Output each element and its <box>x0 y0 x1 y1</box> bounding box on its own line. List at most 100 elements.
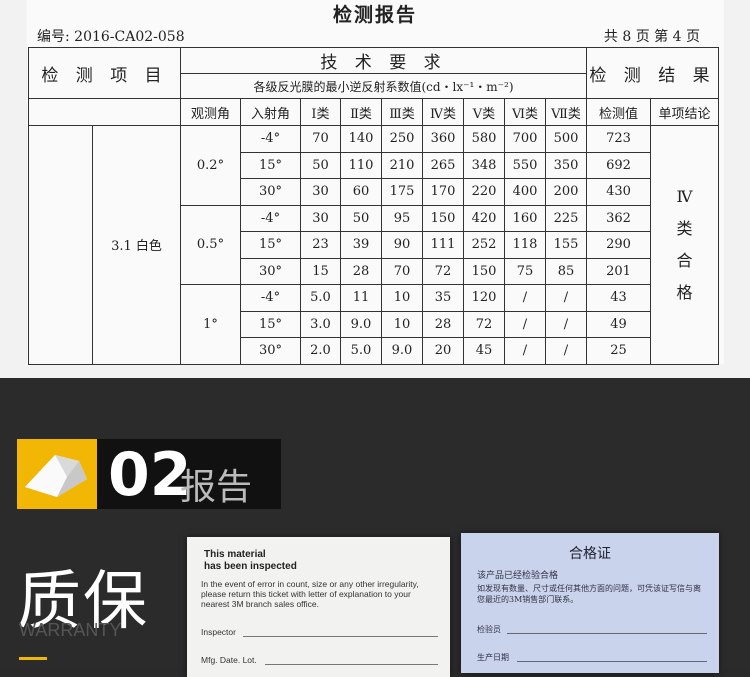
report-pages: 共 8 页 第 4 页 <box>603 29 700 45</box>
cell: 225 <box>545 204 587 232</box>
cell: 580 <box>463 125 505 153</box>
cell: 120 <box>463 284 505 312</box>
cert-line1: 该产品已经检验合格 <box>477 571 559 581</box>
cell: 210 <box>381 151 423 179</box>
cell: 2.0 <box>300 337 341 365</box>
cell: 45 <box>463 337 505 365</box>
measured-value: 362 <box>586 204 651 232</box>
cell: 11 <box>340 284 382 312</box>
obs-angle: 1° <box>180 284 241 365</box>
cell: 9.0 <box>381 337 423 365</box>
cell: / <box>504 284 546 312</box>
inc-angle: 30° <box>240 178 301 206</box>
verdict-char: 类 <box>676 218 693 238</box>
ticket-title-line: This material <box>204 549 266 560</box>
quality-certificate: 合格证 该产品已经检验合格 如发现有数量、尺寸或任何其他方面的问题，可凭该证写信… <box>461 533 719 673</box>
cell: 265 <box>422 151 464 179</box>
cell: 39 <box>340 231 382 259</box>
cell: 5.0 <box>300 284 341 312</box>
ticket-body: In the event of error in count, size or … <box>201 579 419 609</box>
cell: 350 <box>545 151 587 179</box>
cell: 360 <box>422 125 464 153</box>
inc-angle: 15° <box>240 310 301 338</box>
warranty-subtitle: WARRANTY <box>19 620 122 640</box>
measured-value: 290 <box>586 231 651 259</box>
cell: 5.0 <box>340 337 382 365</box>
inc-angle: 30° <box>240 337 301 365</box>
cell: 10 <box>381 310 423 338</box>
cell: 72 <box>422 257 464 285</box>
cell: 140 <box>340 125 382 153</box>
header-blank <box>28 98 181 126</box>
section-number: 02 <box>108 440 192 510</box>
ticket-line <box>243 636 438 637</box>
report-code: 编号: 2016-CA02-058 <box>37 29 185 45</box>
col-conclusion: 单项结论 <box>650 98 719 126</box>
cell: / <box>504 310 546 338</box>
cell: 70 <box>381 257 423 285</box>
ticket-mfg-label: Mfg. Date. Lot. <box>201 655 257 665</box>
cell: / <box>545 337 587 365</box>
cert-date-label: 生产日期 <box>477 653 509 662</box>
inc-angle: -4° <box>240 125 301 153</box>
cert-line <box>507 633 707 634</box>
cert-line2: 如发现有数量、尺寸或任何其他方面的问题，可凭该证写信与离您最近的3M销售部门联系… <box>477 584 701 604</box>
cell: 10 <box>381 284 423 312</box>
ticket-title-line: has been inspected <box>204 561 297 572</box>
cell: 3.0 <box>300 310 341 338</box>
col-inc: 入射角 <box>240 98 301 126</box>
crystal-icon <box>25 455 87 497</box>
cert-inspector-label: 检验员 <box>477 625 501 634</box>
measured-value: 201 <box>586 257 651 285</box>
cell: 28 <box>340 257 382 285</box>
cell: 155 <box>545 231 587 259</box>
measured-value: 49 <box>586 310 651 338</box>
cell: / <box>545 310 587 338</box>
header-item: 检 测 项 目 <box>28 47 181 99</box>
ticket-title: This material has been inspected <box>204 549 297 573</box>
cell: 30 <box>300 178 341 206</box>
cell: 700 <box>504 125 546 153</box>
ticket-line <box>265 664 438 665</box>
cell: 400 <box>504 178 546 206</box>
cell: 90 <box>381 231 423 259</box>
cell: 111 <box>422 231 464 259</box>
cell: 170 <box>422 178 464 206</box>
measured-value: 692 <box>586 151 651 179</box>
cell: 70 <box>300 125 341 153</box>
cell: 15 <box>300 257 341 285</box>
item-name: 3.1 白色 <box>92 125 181 365</box>
col-c6: Ⅵ类 <box>504 98 546 126</box>
cell: 30 <box>300 204 341 232</box>
cell: 550 <box>504 151 546 179</box>
col-obs: 观测角 <box>180 98 241 126</box>
cell: 23 <box>300 231 341 259</box>
inc-angle: -4° <box>240 204 301 232</box>
cell: 50 <box>340 204 382 232</box>
report-photo: 检测报告 编号: 2016-CA02-058 共 8 页 第 4 页 检 测 项… <box>0 0 750 378</box>
verdict-char: 格 <box>676 282 693 302</box>
cell: 420 <box>463 204 505 232</box>
inc-angle: -4° <box>240 284 301 312</box>
measured-value: 43 <box>586 284 651 312</box>
cell: / <box>504 337 546 365</box>
col-c2: Ⅱ类 <box>340 98 382 126</box>
inc-angle: 30° <box>240 257 301 285</box>
cell: 150 <box>422 204 464 232</box>
header-requirements: 技 术 要 求 <box>180 47 587 74</box>
cell: 220 <box>463 178 505 206</box>
inspection-ticket: This material has been inspected In the … <box>187 537 450 677</box>
cell: 28 <box>422 310 464 338</box>
cell: 150 <box>463 257 505 285</box>
measured-value: 430 <box>586 178 651 206</box>
inc-angle: 15° <box>240 151 301 179</box>
cell: 250 <box>381 125 423 153</box>
blank-cell <box>28 125 93 365</box>
cell: 160 <box>504 204 546 232</box>
cell: 175 <box>381 178 423 206</box>
cell: 85 <box>545 257 587 285</box>
cell: 110 <box>340 151 382 179</box>
col-c4: Ⅳ类 <box>422 98 464 126</box>
verdict: Ⅳ 类 合 格 <box>650 125 719 365</box>
col-c3: Ⅲ类 <box>381 98 423 126</box>
